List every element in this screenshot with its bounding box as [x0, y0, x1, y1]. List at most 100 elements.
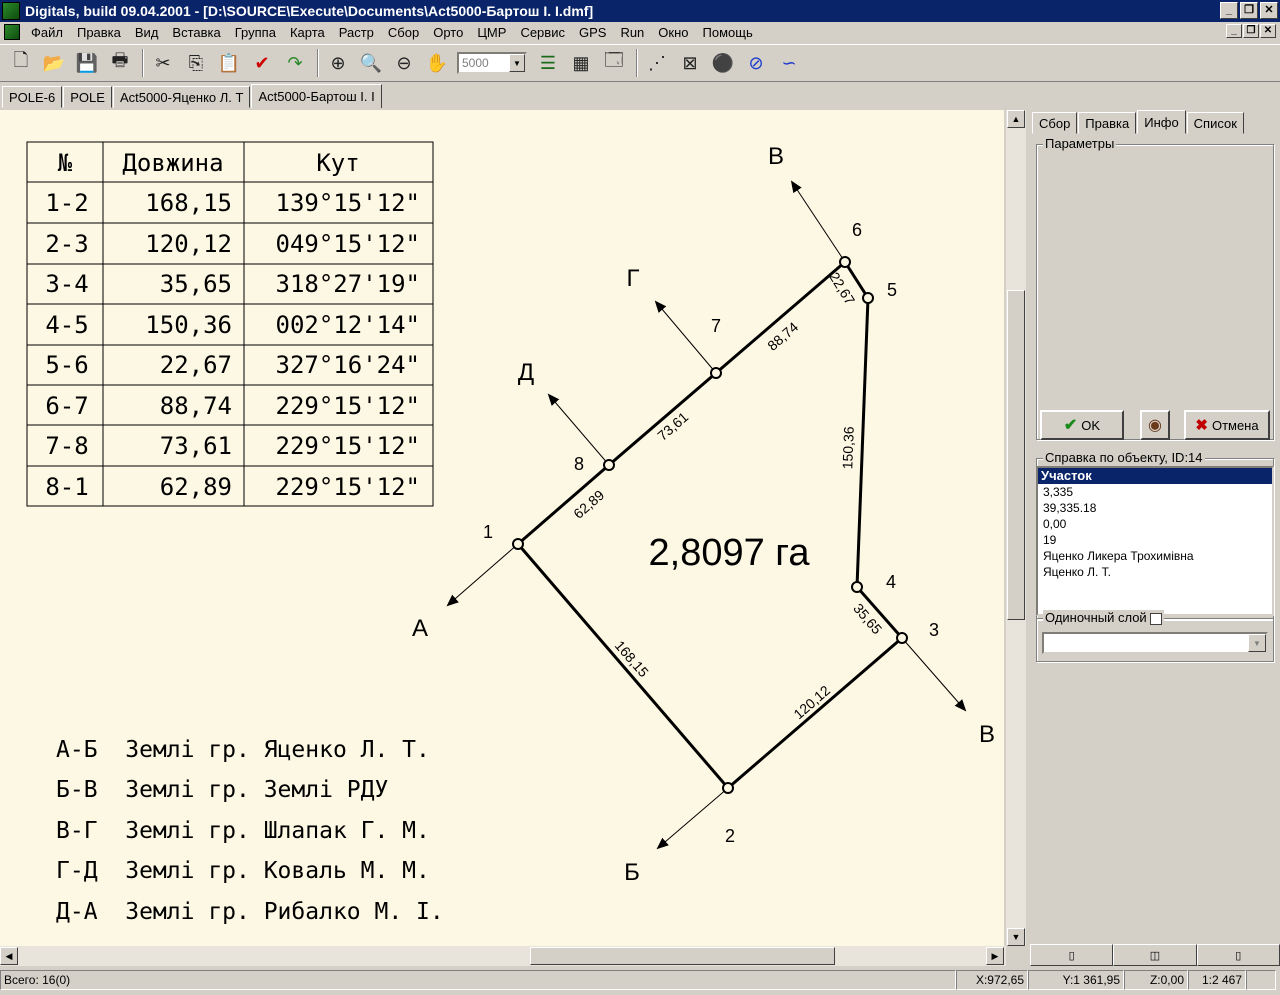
object-info-list[interactable]: Участок 3,335 39,335.18 0,00 19 Яценко Л… — [1036, 466, 1274, 616]
tab-collect[interactable]: Сбор — [1032, 112, 1078, 134]
tab-info[interactable]: Инфо — [1137, 110, 1186, 134]
layout-single-icon[interactable]: ▯ — [1030, 944, 1114, 966]
layer-select[interactable]: ▼ — [1042, 632, 1268, 654]
menu-service[interactable]: Сервис — [513, 25, 572, 40]
scroll-down-icon[interactable]: ▼ — [1007, 928, 1025, 946]
layout-right-icon[interactable]: ▯ — [1196, 944, 1280, 966]
menu-dem[interactable]: ЦМР — [470, 25, 513, 40]
tab-list[interactable]: Список — [1186, 112, 1244, 134]
direction-arrow — [656, 787, 729, 850]
scroll-left-icon[interactable]: ◀ — [0, 947, 18, 965]
menu-edit[interactable]: Правка — [70, 25, 128, 40]
scroll-right-icon[interactable]: ▶ — [986, 947, 1004, 965]
vertical-scrollbar[interactable]: ▲ ▼ — [1006, 110, 1026, 946]
copy-icon[interactable]: ⎘ — [181, 48, 211, 78]
info-row[interactable]: 3,335 — [1038, 484, 1272, 500]
tab-act-yatsenko[interactable]: Act5000-Яценко Л. Т — [112, 86, 251, 108]
info-row[interactable]: Яценко Л. Т. — [1038, 564, 1272, 580]
vertex-marker[interactable] — [603, 459, 615, 471]
eye-button[interactable]: ◉ — [1140, 410, 1170, 440]
ok-button[interactable]: ✔ OK — [1040, 410, 1124, 440]
tab-act-bartosh[interactable]: Act5000-Бартош І. І — [251, 84, 382, 108]
point-label: 7 — [711, 316, 721, 336]
neighbours-legend: А-Б Землі гр. Яценко Л. Т. Б-В Землі гр.… — [56, 737, 444, 925]
app-icon[interactable] — [2, 2, 20, 20]
menu-insert[interactable]: Вставка — [165, 25, 227, 40]
chevron-down-icon[interactable]: ▼ — [1248, 634, 1266, 652]
single-layer-checkbox[interactable] — [1150, 612, 1163, 625]
info-title-row[interactable]: Участок — [1038, 468, 1272, 484]
bearings-table: № Довжина Кут 1-2 168,15 139°15'12" 2-3 … — [26, 141, 434, 507]
cancel-button[interactable]: ✖ Отмена — [1184, 410, 1270, 440]
menu-ortho[interactable]: Орто — [426, 25, 470, 40]
menu-group[interactable]: Группа — [228, 25, 283, 40]
table-cell: 168,15 — [145, 189, 232, 217]
no-tools-icon[interactable]: ⊘ — [741, 48, 771, 78]
parcel-area-label: 2,8097 га — [649, 532, 811, 574]
zoom-region-icon[interactable]: ⊕ — [323, 48, 353, 78]
zoom-out-icon[interactable]: ⊖ — [389, 48, 419, 78]
vertex-marker[interactable] — [839, 256, 851, 268]
menu-collect[interactable]: Сбор — [381, 25, 426, 40]
curve-icon[interactable]: ∽ — [774, 48, 804, 78]
drawing-canvas[interactable]: № Довжина Кут 1-2 168,15 139°15'12" 2-3 … — [0, 110, 1004, 946]
layout-split-icon[interactable]: ◫ — [1113, 944, 1197, 966]
vertex-marker[interactable] — [862, 292, 874, 304]
cut-icon[interactable]: ✂ — [148, 48, 178, 78]
info-row[interactable]: Яценко Ликера Трохимівна — [1038, 548, 1272, 564]
neighbour-line: В-Г Землі гр. Шлапак Г. М. — [56, 818, 430, 844]
redo-icon[interactable]: ↷ — [280, 48, 310, 78]
minimize-button[interactable]: _ — [1220, 2, 1238, 19]
clear-icon[interactable]: ⊠ — [675, 48, 705, 78]
table-cell: 6-7 — [45, 392, 88, 420]
menu-run[interactable]: Run — [613, 25, 651, 40]
tab-edit[interactable]: Правка — [1078, 112, 1137, 134]
close-button[interactable]: ✕ — [1260, 2, 1278, 19]
menu-file[interactable]: Файл — [24, 25, 70, 40]
maximize-button[interactable]: ❐ — [1240, 2, 1258, 19]
menu-view[interactable]: Вид — [128, 25, 166, 40]
scroll-up-icon[interactable]: ▲ — [1007, 110, 1025, 128]
menu-help[interactable]: Помощь — [696, 25, 760, 40]
print-icon[interactable]: 🖶 — [105, 48, 135, 78]
open-icon[interactable]: 📂 — [39, 48, 69, 78]
table-icon[interactable]: ▦ — [566, 48, 596, 78]
properties-icon[interactable]: 🗔 — [599, 48, 629, 78]
doc-minimize-button[interactable]: _ — [1226, 24, 1242, 38]
doc-close-button[interactable]: ✕ — [1260, 24, 1276, 38]
info-row[interactable]: 19 — [1038, 532, 1272, 548]
new-icon[interactable]: 🗋 — [6, 48, 36, 78]
info-row[interactable]: 0,00 — [1038, 516, 1272, 532]
vertex-marker[interactable] — [851, 581, 863, 593]
zoom-in-icon[interactable]: 🔍 — [356, 48, 386, 78]
vertex-marker[interactable] — [722, 782, 734, 794]
save-icon[interactable]: 💾 — [72, 48, 102, 78]
info-row[interactable]: 39,335.18 — [1038, 500, 1272, 516]
object-info-legend: Справка по объекту, ID:14 — [1043, 450, 1205, 465]
vertex-marker[interactable] — [710, 367, 722, 379]
tab-pole[interactable]: POLE — [63, 86, 112, 108]
layers-icon[interactable]: ☰ — [533, 48, 563, 78]
menu-gps[interactable]: GPS — [572, 25, 613, 40]
parameters-legend: Параметры — [1043, 136, 1117, 151]
zoom-combo[interactable]: 5000 ▼ — [457, 52, 527, 74]
menu-raster[interactable]: Растр — [332, 25, 381, 40]
horizontal-scrollbar[interactable]: ◀ ▶ — [0, 946, 1006, 966]
menu-map[interactable]: Карта — [283, 25, 332, 40]
horizontal-scroll-thumb[interactable] — [530, 947, 835, 965]
document-icon[interactable] — [4, 24, 20, 40]
parcel-boundary[interactable] — [515, 259, 905, 791]
vertex-marker[interactable] — [896, 632, 908, 644]
tab-pole-6[interactable]: POLE-6 — [2, 86, 63, 108]
pan-hand-icon[interactable]: ✋ — [422, 48, 452, 78]
paste-icon[interactable]: 📋 — [214, 48, 244, 78]
vectorize-icon[interactable]: ⋰ — [642, 48, 672, 78]
menu-window[interactable]: Окно — [651, 25, 695, 40]
table-cell: 8-1 — [45, 473, 88, 501]
doc-restore-button[interactable]: ❐ — [1243, 24, 1259, 38]
check-icon[interactable]: ✔ — [247, 48, 277, 78]
chevron-down-icon[interactable]: ▼ — [509, 54, 525, 72]
vertex-marker[interactable] — [512, 538, 524, 550]
vertical-scroll-thumb[interactable] — [1007, 290, 1025, 620]
traffic-icon[interactable]: ⚫ — [708, 48, 738, 78]
